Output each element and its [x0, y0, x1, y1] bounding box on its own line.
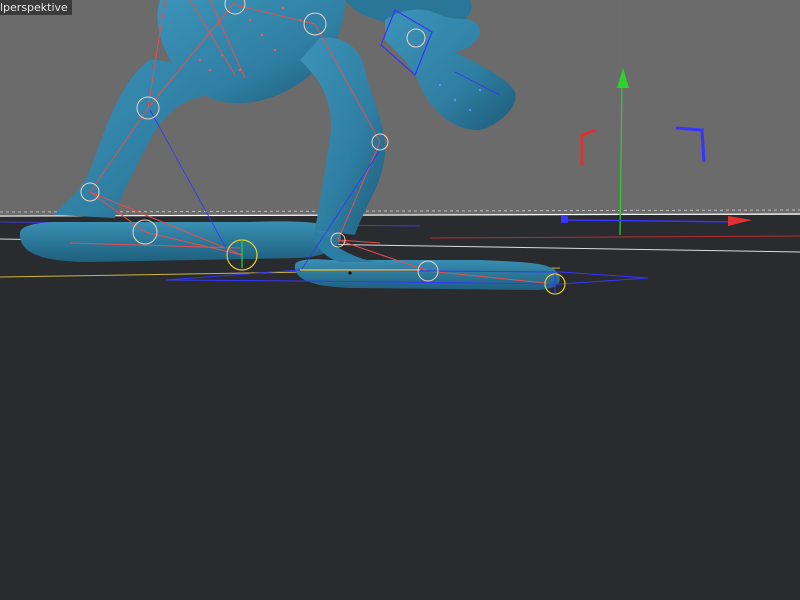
axis-gizmo-icon[interactable]	[561, 0, 752, 236]
z-axis-handle-icon[interactable]	[675, 126, 706, 163]
y-axis-arrow-icon[interactable]	[617, 68, 629, 88]
3d-viewport[interactable]: lperspektive	[0, 0, 800, 600]
view-mode-label[interactable]: lperspektive	[0, 0, 72, 15]
scene-canvas[interactable]	[0, 0, 800, 600]
x-axis-handle-icon[interactable]	[580, 128, 597, 165]
